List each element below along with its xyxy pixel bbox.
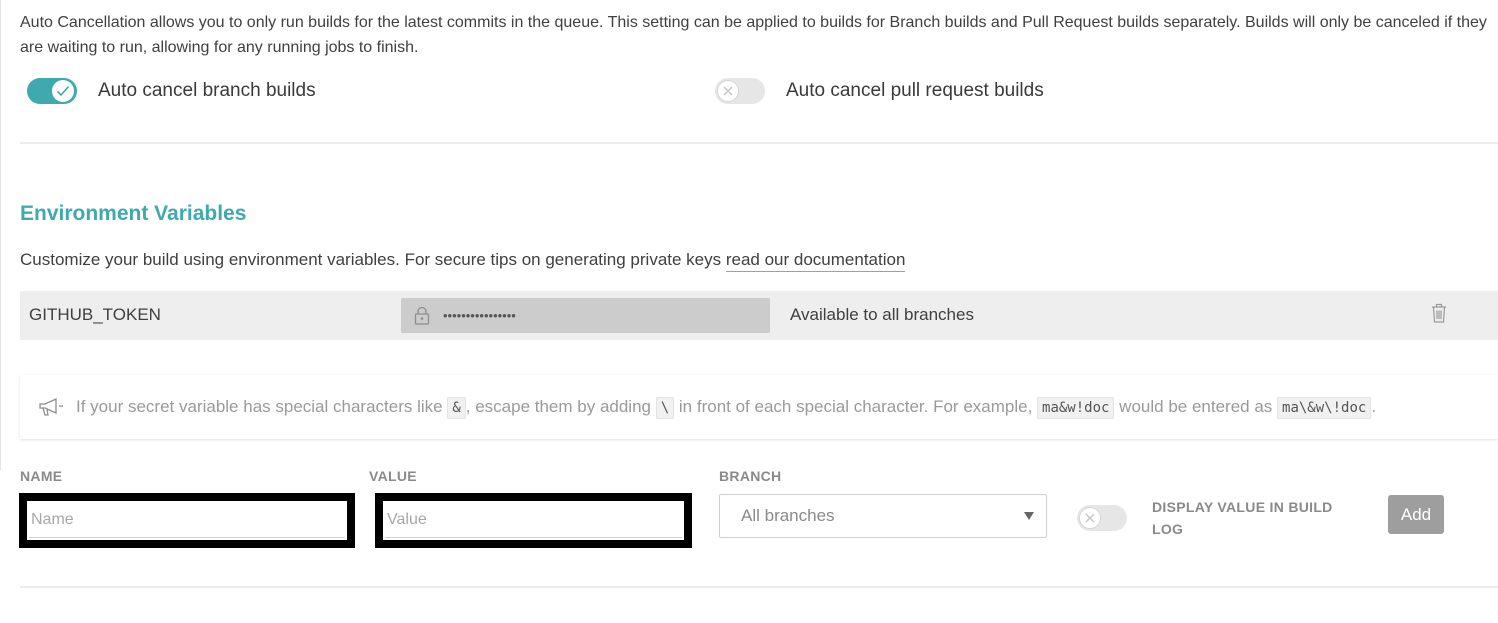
auto-cancel-branch-label: Auto cancel branch builds [98,80,316,101]
notice-text-4: would be entered as [1114,397,1278,416]
bottom-divider [20,586,1498,588]
auto-cancel-pr-label: Auto cancel pull request builds [786,80,1044,101]
branch-select-value: All branches [741,506,835,525]
env-variable-name: GITHUB_TOKEN [29,305,161,324]
x-icon [717,80,739,102]
auto-cancel-pr-row: Auto cancel pull request builds [715,78,1044,104]
megaphone-icon [38,397,64,417]
value-field-wrapper [375,493,692,548]
left-border [0,0,1,470]
env-variable-branch: Available to all branches [790,305,974,324]
display-value-label: DISPLAY VALUE IN BUILD LOG [1152,499,1333,537]
name-field-label: NAME [20,468,63,484]
branch-field-label: BRANCH [719,468,782,484]
trash-icon[interactable] [1430,302,1448,324]
notice-text: If your secret variable has special char… [76,397,1377,419]
code-example-escaped: ma\&w\!doc [1277,397,1372,419]
documentation-link[interactable]: read our documentation [725,250,906,272]
notice-text-2: , escape them by adding [465,397,656,416]
special-characters-notice: If your secret variable has special char… [20,375,1498,439]
code-ampersand: & [447,397,466,419]
auto-cancel-branch-row: Auto cancel branch builds [27,78,316,104]
env-variables-description: Customize your build using environment v… [20,250,906,272]
auto-cancel-pr-toggle[interactable] [715,78,765,104]
code-backslash: \ [655,397,675,419]
name-field-wrapper [19,493,355,548]
check-icon [52,80,74,102]
notice-text-1: If your secret variable has special char… [76,397,448,416]
settings-page: Auto Cancellation allows you to only run… [0,0,1498,623]
notice-text-5: . [1371,397,1377,416]
auto-cancel-branch-toggle[interactable] [27,78,77,104]
name-field-inner [29,503,345,538]
env-variables-title: Environment Variables [20,202,247,225]
dropdown-arrow-icon [1024,512,1034,520]
lock-icon [413,306,431,326]
env-description-text: Customize your build using environment v… [20,250,726,269]
auto-cancellation-description: Auto Cancellation allows you to only run… [20,14,1487,56]
add-button[interactable]: Add [1388,495,1444,534]
notice-text-3: in front of each special character. For … [674,397,1038,416]
section-divider [20,142,1498,144]
name-input[interactable] [29,503,345,537]
env-variable-value: •••••••••••••••• [401,298,770,333]
display-value-toggle[interactable] [1077,505,1127,531]
masked-value: •••••••••••••••• [443,308,516,323]
value-field-inner [385,503,682,538]
x-icon [1079,507,1101,529]
branch-select[interactable]: All branches [719,494,1047,538]
value-field-label: VALUE [369,468,417,484]
env-variable-row: GITHUB_TOKEN •••••••••••••••• Available … [20,291,1498,340]
code-example-raw: ma&w!doc [1037,397,1115,419]
value-input[interactable] [385,503,682,537]
